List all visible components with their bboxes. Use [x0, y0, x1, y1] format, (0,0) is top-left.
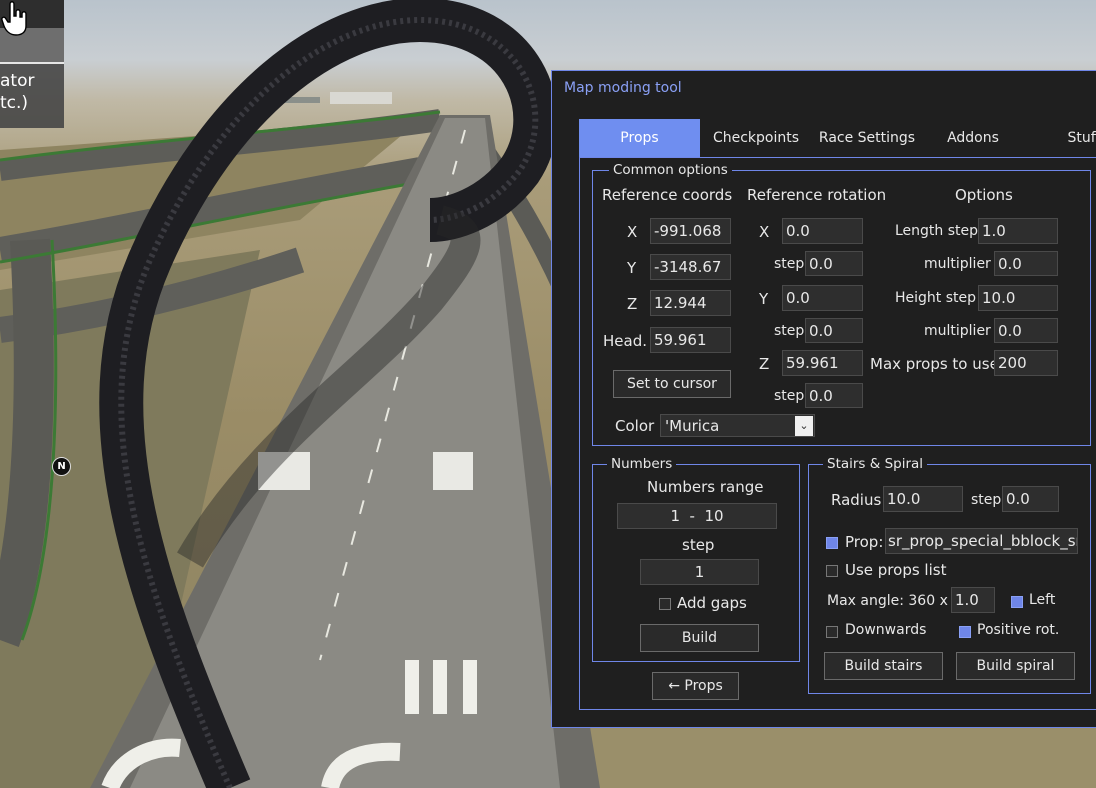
height-multiplier-label: multiplier [924, 323, 991, 339]
length-multiplier-input[interactable]: 0.0 [994, 251, 1058, 276]
length-step-input[interactable]: 1.0 [978, 218, 1058, 244]
downwards-label: Downwards [845, 622, 927, 638]
hud-notification: ator tc.) [0, 64, 64, 128]
height-step-input[interactable]: 10.0 [978, 285, 1058, 311]
rotation-x-input[interactable]: 0.0 [782, 218, 863, 244]
hud-line-1: ator [0, 71, 35, 91]
max-angle-label: Max angle: 360 x [827, 593, 948, 609]
use-props-list-checkbox[interactable] [826, 565, 838, 577]
length-step-label: Length step [895, 223, 979, 239]
positive-rot-checkbox[interactable] [959, 626, 971, 638]
numbers-range-input[interactable]: 1 - 10 [617, 503, 777, 529]
hangar-building [330, 92, 392, 104]
coord-z-input[interactable]: 12.944 [650, 290, 731, 316]
left-checkbox[interactable] [1011, 596, 1023, 608]
height-multiplier-input[interactable]: 0.0 [994, 318, 1058, 343]
coord-z-label: Z [627, 295, 638, 313]
prop-checkbox[interactable] [826, 537, 838, 549]
runway-marking [405, 660, 419, 714]
chevron-down-icon[interactable]: ⌄ [795, 416, 813, 436]
build-spiral-button[interactable]: Build spiral [956, 652, 1075, 680]
coord-y-input[interactable]: -3148.67 [650, 254, 731, 280]
options-header: Options [955, 186, 1013, 204]
max-props-input[interactable]: 200 [994, 350, 1058, 376]
color-select-value: 'Murica [665, 417, 720, 435]
add-gaps-label: Add gaps [677, 594, 747, 612]
downwards-checkbox[interactable] [826, 626, 838, 638]
rotation-y-input[interactable]: 0.0 [782, 285, 863, 311]
rotation-y-step-input[interactable]: 0.0 [805, 318, 863, 343]
numbers-legend: Numbers [607, 456, 677, 472]
heading-label: Head. [603, 332, 647, 350]
radius-step-input[interactable]: 0.0 [1002, 486, 1059, 512]
tab-props[interactable]: Props [579, 119, 700, 157]
prop-label: Prop: [845, 533, 884, 551]
back-to-props-button[interactable]: ← Props [652, 672, 739, 700]
radius-input[interactable]: 10.0 [883, 486, 963, 512]
radius-label: Radius [831, 491, 882, 509]
hand-cursor-icon [1, 1, 27, 36]
height-step-label: Height step [895, 290, 977, 306]
rotation-y-step-label: step [774, 323, 805, 339]
max-props-label: Max props to use [870, 355, 999, 373]
rotation-y-label: Y [759, 290, 769, 308]
hud-line-2: tc.) [0, 93, 29, 113]
common-options-group: Common options Reference coords Referenc… [592, 162, 1091, 446]
reference-rotation-header: Reference rotation [747, 186, 887, 204]
props-tab-content: Common options Reference coords Referenc… [579, 157, 1096, 710]
coord-y-label: Y [627, 259, 637, 277]
numbers-step-label: step [682, 536, 715, 554]
numbers-group: Numbers Numbers range 1 - 10 step 1 Add … [592, 456, 800, 662]
runway-marking [433, 660, 447, 714]
map-moding-tool-window: Map moding tool Props Checkpoints Race S… [551, 70, 1096, 728]
reference-coords-header: Reference coords [602, 186, 733, 204]
heading-input[interactable]: 59.961 [650, 327, 731, 353]
rotation-x-label: X [759, 223, 770, 241]
stairs-spiral-group: Stairs & Spiral Radius 10.0 step 0.0 Pro… [808, 456, 1091, 694]
positive-rot-label: Positive rot. [977, 622, 1060, 638]
length-multiplier-label: multiplier [924, 256, 991, 272]
add-gaps-checkbox[interactable] [659, 598, 671, 610]
set-to-cursor-button[interactable]: Set to cursor [613, 370, 731, 398]
build-stairs-button[interactable]: Build stairs [824, 652, 943, 680]
coord-x-input[interactable]: -991.068 [650, 218, 731, 244]
numbers-range-label: Numbers range [647, 478, 764, 496]
color-select[interactable]: 'Murica ⌄ [660, 414, 815, 437]
rotation-x-step-input[interactable]: 0.0 [805, 251, 863, 276]
common-options-legend: Common options [609, 162, 732, 178]
north-marker-icon: N [52, 457, 71, 476]
color-label: Color [615, 417, 655, 435]
runway-marking [463, 660, 477, 714]
stairs-spiral-legend: Stairs & Spiral [823, 456, 928, 472]
prop-name-input[interactable]: sr_prop_special_bblock_sm [885, 528, 1078, 554]
runway-marking [433, 452, 473, 490]
window-title: Map moding tool [564, 80, 682, 96]
left-label: Left [1029, 592, 1056, 608]
use-props-list-label: Use props list [845, 561, 947, 579]
rotation-z-input[interactable]: 59.961 [782, 350, 863, 376]
numbers-step-input[interactable]: 1 [640, 559, 759, 585]
rotation-z-step-label: step [774, 388, 805, 404]
tab-stuff[interactable]: Stuff [1024, 119, 1096, 157]
tab-race-settings[interactable]: Race Settings [812, 119, 922, 157]
max-angle-input[interactable]: 1.0 [951, 587, 995, 613]
rotation-z-step-input[interactable]: 0.0 [805, 383, 863, 408]
coord-x-label: X [627, 223, 638, 241]
tab-addons[interactable]: Addons [922, 119, 1024, 157]
numbers-build-button[interactable]: Build [640, 624, 759, 652]
tab-checkpoints[interactable]: Checkpoints [700, 119, 812, 157]
rotation-z-label: Z [759, 355, 770, 373]
radius-step-label: step [971, 492, 1002, 508]
rotation-x-step-label: step [774, 256, 805, 272]
tab-bar: Props Checkpoints Race Settings Addons S… [579, 119, 1096, 157]
